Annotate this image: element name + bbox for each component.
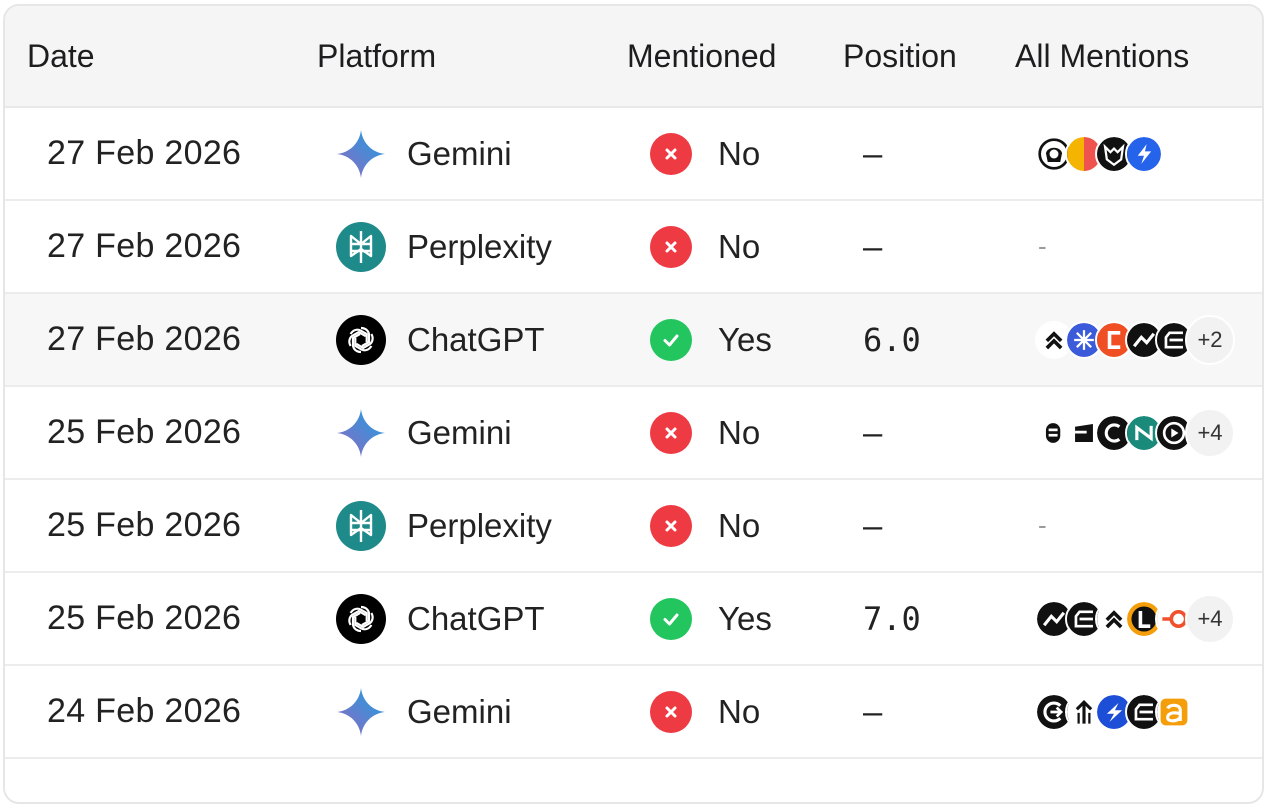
all-mentions-cell: - xyxy=(1038,510,1047,540)
platform-label: Gemini xyxy=(407,134,512,172)
table-row[interactable]: 25 Feb 2026 Gemini No – +4 xyxy=(5,387,1262,480)
gemini-icon xyxy=(335,128,387,180)
mentioned-cell: No xyxy=(650,387,760,478)
all-mentions-cell: +4 xyxy=(1035,573,1235,664)
platform-label: ChatGPT xyxy=(407,320,545,358)
platform-cell: Perplexity xyxy=(335,201,552,292)
column-header-mentioned[interactable]: Mentioned xyxy=(627,6,776,106)
mentioned-cell: Yes xyxy=(650,573,772,664)
mention-avatars: +4 xyxy=(1035,593,1235,644)
mentioned-label: No xyxy=(718,506,761,544)
mentioned-label: No xyxy=(718,227,761,265)
position-cell: – xyxy=(863,506,883,545)
mentioned-cell: No xyxy=(650,480,760,571)
column-header-platform[interactable]: Platform xyxy=(317,6,436,106)
platform-cell: ChatGPT xyxy=(335,573,545,664)
gemini-icon xyxy=(335,407,387,459)
mentioned-cell: No xyxy=(650,666,760,757)
column-header-date[interactable]: Date xyxy=(27,6,95,106)
date-cell: 25 Feb 2026 xyxy=(47,506,242,544)
platform-label: ChatGPT xyxy=(407,599,545,637)
perplexity-icon xyxy=(335,500,387,552)
platform-cell: Gemini xyxy=(335,666,512,757)
date-cell: 27 Feb 2026 xyxy=(47,227,242,265)
mentioned-label: Yes xyxy=(718,599,772,637)
position-cell: – xyxy=(863,134,883,173)
column-header-all-mentions[interactable]: All Mentions xyxy=(1015,6,1189,106)
mentioned-label: Yes xyxy=(718,320,772,358)
position-cell: – xyxy=(863,413,883,452)
position-cell: 7.0 xyxy=(863,599,921,638)
column-header-position[interactable]: Position xyxy=(843,6,957,106)
table-row[interactable]: 27 Feb 2026 Perplexity No – - xyxy=(5,201,1262,294)
more-mentions-badge[interactable]: +2 xyxy=(1185,314,1235,365)
x-icon xyxy=(650,132,692,175)
mentioned-label: No xyxy=(718,134,761,172)
check-icon xyxy=(650,597,692,640)
check-icon xyxy=(650,318,692,361)
date-cell: 25 Feb 2026 xyxy=(47,413,242,451)
x-icon xyxy=(650,504,692,547)
platform-label: Gemini xyxy=(407,692,512,730)
mentioned-cell: No xyxy=(650,108,760,199)
table-row[interactable]: 27 Feb 2026 Gemini No – xyxy=(5,108,1262,201)
position-cell: – xyxy=(863,227,883,266)
x-icon xyxy=(650,690,692,733)
x-icon xyxy=(650,225,692,268)
table-row[interactable]: 27 Feb 2026 ChatGPT Yes 6.0 +2 xyxy=(5,294,1262,387)
position-cell: – xyxy=(863,692,883,731)
table-header: Date Platform Mentioned Position All Men… xyxy=(5,6,1262,108)
all-mentions-cell: +2 xyxy=(1035,294,1235,385)
x-icon xyxy=(650,411,692,454)
all-mentions-cell: - xyxy=(1038,231,1047,261)
platform-cell: Gemini xyxy=(335,108,512,199)
mention-avatars xyxy=(1035,692,1193,731)
mention-avatars: +2 xyxy=(1035,314,1235,365)
date-cell: 24 Feb 2026 xyxy=(47,692,242,730)
perplexity-icon xyxy=(335,221,387,273)
all-mentions-cell xyxy=(1035,666,1193,757)
table-row[interactable]: 25 Feb 2026 Perplexity No – - xyxy=(5,480,1262,573)
platform-label: Perplexity xyxy=(407,227,552,265)
platform-cell: ChatGPT xyxy=(335,294,545,385)
mention-avatars xyxy=(1035,134,1163,173)
mention-avatars: +4 xyxy=(1035,407,1235,458)
platform-cell: Perplexity xyxy=(335,480,552,571)
table-row[interactable]: 24 Feb 2026 Gemini No – xyxy=(5,666,1262,759)
chatgpt-icon xyxy=(335,314,387,366)
position-cell: 6.0 xyxy=(863,320,921,359)
table-row[interactable]: 25 Feb 2026 ChatGPT Yes 7.0 +4 xyxy=(5,573,1262,666)
more-mentions-badge[interactable]: +4 xyxy=(1185,407,1235,458)
platform-label: Perplexity xyxy=(407,506,552,544)
bolt-logo[interactable] xyxy=(1125,134,1163,173)
chatgpt-icon xyxy=(335,593,387,645)
all-mentions-cell xyxy=(1035,108,1163,199)
mentioned-cell: No xyxy=(650,201,760,292)
mentioned-label: No xyxy=(718,413,761,451)
date-cell: 25 Feb 2026 xyxy=(47,599,242,637)
mentions-table: Date Platform Mentioned Position All Men… xyxy=(3,4,1264,804)
gemini-icon xyxy=(335,686,387,738)
all-mentions-cell: +4 xyxy=(1035,387,1235,478)
platform-label: Gemini xyxy=(407,413,512,451)
date-cell: 27 Feb 2026 xyxy=(47,134,242,172)
mentioned-label: No xyxy=(718,692,761,730)
orange-a-logo[interactable] xyxy=(1155,692,1193,731)
more-mentions-badge[interactable]: +4 xyxy=(1185,593,1235,644)
platform-cell: Gemini xyxy=(335,387,512,478)
mentioned-cell: Yes xyxy=(650,294,772,385)
date-cell: 27 Feb 2026 xyxy=(47,320,242,358)
